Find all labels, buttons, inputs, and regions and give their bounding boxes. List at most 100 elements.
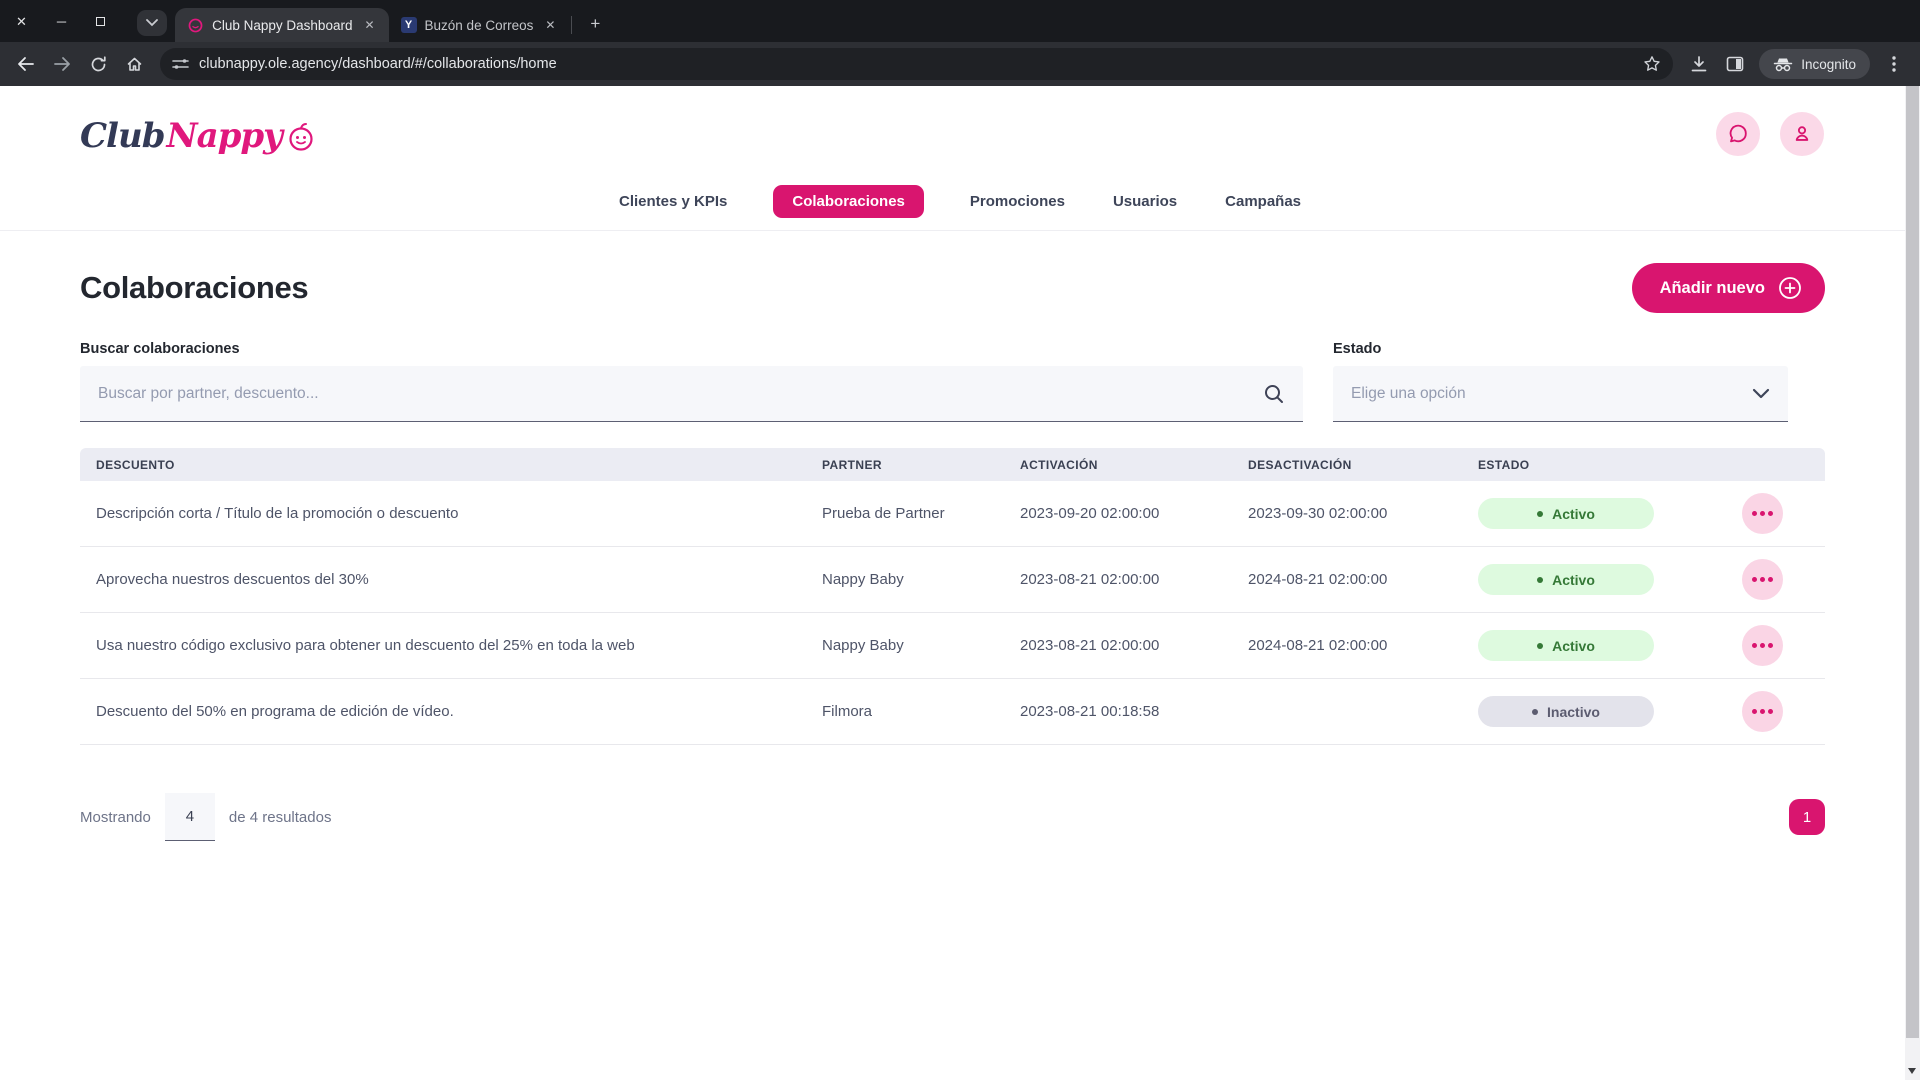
row-actions-button[interactable] (1742, 691, 1783, 732)
cell-partner: Nappy Baby (822, 637, 1020, 654)
nav-usuarios[interactable]: Usuarios (1111, 185, 1179, 218)
row-actions-button[interactable] (1742, 559, 1783, 600)
row-actions-button[interactable] (1742, 625, 1783, 666)
page-1-button[interactable]: 1 (1789, 799, 1825, 835)
cell-desactivacion: 2023-09-30 02:00:00 (1248, 505, 1478, 522)
logo-text-club: Club (80, 116, 164, 156)
table-row: Usa nuestro código exclusivo para obtene… (80, 613, 1825, 679)
tab-search-button[interactable] (137, 10, 167, 36)
site-settings-icon (172, 57, 189, 71)
tab-title: Buzón de Correos (425, 18, 534, 33)
status-badge: Activo (1478, 564, 1654, 595)
tab-buzon-de-correos[interactable]: Y Buzón de Correos ✕ (389, 8, 570, 42)
estado-label: Estado (1333, 341, 1788, 357)
page-content: Colaboraciones Añadir nuevo Buscar colab… (0, 263, 1920, 841)
status-dot-icon (1537, 577, 1543, 583)
row-actions-button[interactable] (1742, 493, 1783, 534)
cell-desactivacion: 2024-08-21 02:00:00 (1248, 637, 1478, 654)
status-badge: Activo (1478, 630, 1654, 661)
incognito-icon (1773, 57, 1793, 72)
col-activacion: ACTIVACIÓN (1020, 458, 1248, 472)
cell-activacion: 2023-08-21 02:00:00 (1020, 637, 1248, 654)
cell-partner: Prueba de Partner (822, 505, 1020, 522)
add-new-button[interactable]: Añadir nuevo (1632, 263, 1825, 313)
cell-partner: Filmora (822, 703, 1020, 720)
nav-colaboraciones[interactable]: Colaboraciones (773, 185, 924, 218)
main-nav: Clientes y KPIs Colaboraciones Promocion… (0, 185, 1920, 218)
col-descuento: DESCUENTO (80, 458, 822, 472)
ellipsis-icon (1752, 577, 1773, 582)
tab-club-nappy-dashboard[interactable]: Club Nappy Dashboard ✕ (175, 8, 388, 42)
status-dot-icon (1537, 643, 1543, 649)
clubnappy-logo: Club Nappy (80, 116, 317, 156)
search-input[interactable] (98, 385, 1263, 403)
cell-descuento: Descuento del 50% en programa de edición… (80, 703, 822, 720)
browser-menu-button[interactable] (1878, 48, 1910, 80)
estado-select[interactable]: Elige una opción (1333, 366, 1788, 422)
estado-group: Estado Elige una opción (1333, 341, 1788, 422)
chevron-down-icon (1752, 388, 1770, 400)
pagination-suffix: de 4 resultados (229, 809, 332, 826)
side-panel-icon (1726, 56, 1744, 72)
download-icon (1690, 55, 1708, 73)
search-group: Buscar colaboraciones (80, 341, 1303, 422)
page-title: Colaboraciones (80, 270, 308, 306)
status-dot-icon (1532, 709, 1538, 715)
table-row: Descripción corta / Título de la promoci… (80, 481, 1825, 547)
forward-arrow-icon (53, 56, 71, 72)
chat-button[interactable] (1716, 112, 1760, 156)
cell-descuento: Usa nuestro código exclusivo para obtene… (80, 637, 822, 654)
nav-clientes-y-kpis[interactable]: Clientes y KPIs (617, 185, 729, 218)
ellipsis-icon (1752, 511, 1773, 516)
table-header: DESCUENTO PARTNER ACTIVACIÓN DESACTIVACI… (80, 448, 1825, 481)
nav-promociones[interactable]: Promociones (968, 185, 1067, 218)
nav-campanas[interactable]: Campañas (1223, 185, 1303, 218)
back-arrow-icon (17, 56, 35, 72)
chevron-down-icon (146, 19, 158, 27)
status-badge: Inactivo (1478, 696, 1654, 727)
ellipsis-icon (1752, 709, 1773, 714)
scrollbar-track[interactable] (1905, 86, 1920, 1080)
new-tab-button[interactable]: + (582, 14, 608, 34)
download-button[interactable] (1683, 48, 1715, 80)
tab-separator (571, 16, 572, 34)
home-icon (126, 56, 143, 73)
window-controls: ✕ ─ (0, 0, 123, 42)
ellipsis-icon (1752, 643, 1773, 648)
user-icon (1791, 123, 1813, 145)
window-close-button[interactable]: ✕ (16, 15, 27, 28)
window-minimize-button[interactable]: ─ (57, 15, 66, 28)
forward-button[interactable] (46, 48, 78, 80)
browser-tabstrip: ✕ ─ Club Nappy Dashboard ✕ Y Buzón de Co… (0, 0, 1920, 42)
pagination-prefix: Mostrando (80, 809, 151, 826)
reload-icon (90, 56, 107, 73)
scrollbar-thumb[interactable] (1906, 86, 1919, 1038)
collaborations-table: DESCUENTO PARTNER ACTIVACIÓN DESACTIVACI… (80, 448, 1825, 745)
tab-close-icon[interactable]: ✕ (360, 16, 378, 34)
tab-close-icon[interactable]: ✕ (541, 16, 559, 34)
bookmark-star-icon[interactable] (1643, 55, 1661, 73)
search-icon[interactable] (1263, 383, 1285, 405)
add-new-label: Añadir nuevo (1660, 279, 1765, 298)
cell-activacion: 2023-08-21 02:00:00 (1020, 571, 1248, 588)
site-header: Club Nappy Clientes y KPIs Colaboracione… (0, 86, 1920, 231)
table-row: Aprovecha nuestros descuentos del 30% Na… (80, 547, 1825, 613)
page-size-input[interactable] (165, 793, 215, 841)
col-estado: ESTADO (1478, 458, 1700, 472)
side-panel-button[interactable] (1719, 48, 1751, 80)
logo-text-nappy: Nappy (166, 116, 281, 156)
status-badge: Activo (1478, 498, 1654, 529)
plus-circle-icon (1777, 275, 1803, 301)
reload-button[interactable] (82, 48, 114, 80)
scroll-down-arrow-icon[interactable] (1908, 1068, 1916, 1074)
incognito-badge: Incognito (1759, 49, 1870, 79)
home-button[interactable] (118, 48, 150, 80)
kebab-menu-icon (1892, 56, 1896, 72)
user-button[interactable] (1780, 112, 1824, 156)
search-field[interactable] (80, 366, 1303, 422)
address-bar[interactable]: clubnappy.ole.agency/dashboard/#/collabo… (160, 48, 1673, 80)
status-dot-icon (1537, 511, 1543, 517)
window-restore-button[interactable] (96, 17, 105, 26)
back-button[interactable] (10, 48, 42, 80)
tab-title: Club Nappy Dashboard (212, 18, 352, 33)
